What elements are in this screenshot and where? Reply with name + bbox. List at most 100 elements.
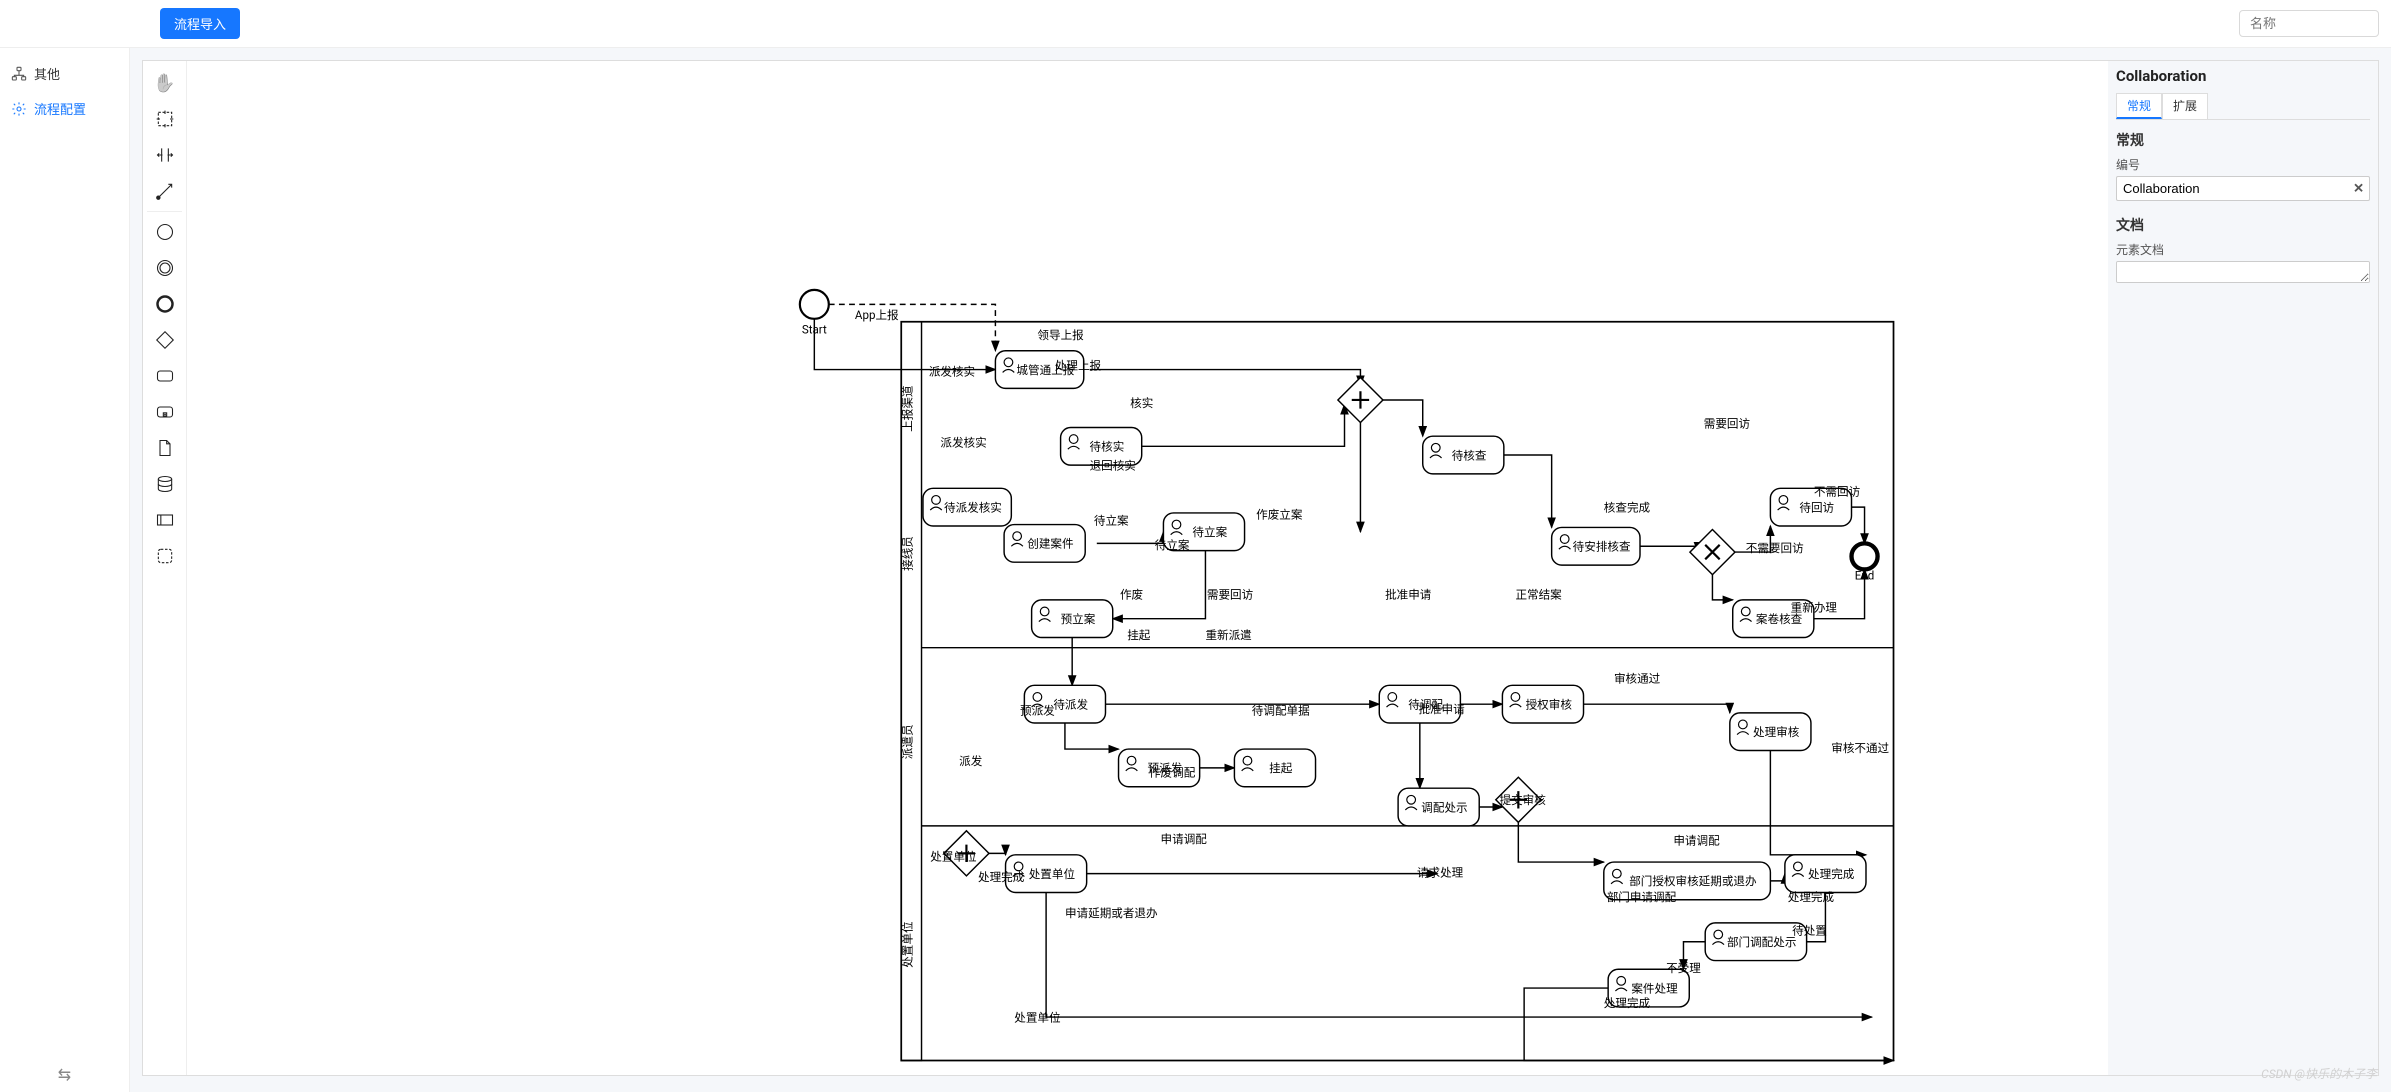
svg-text:退回核实: 退回核实 [1090, 458, 1136, 472]
svg-text:待回访: 待回访 [1799, 501, 1834, 515]
svg-text:创建案件: 创建案件 [1027, 537, 1074, 551]
svg-text:派发核实: 派发核实 [929, 364, 975, 378]
svg-text:审核不通过: 审核不通过 [1831, 741, 1889, 755]
field-doc-input[interactable] [2116, 261, 2370, 283]
start-event-tool[interactable] [147, 214, 183, 250]
top-header: 流程导入 [0, 0, 2391, 48]
svg-text:预派发: 预派发 [1020, 703, 1055, 717]
sitemap-icon [11, 66, 27, 82]
group-tool[interactable] [147, 538, 183, 574]
svg-text:待安排核查: 待安排核查 [1573, 540, 1631, 554]
field-id-label: 编号 [2116, 156, 2370, 173]
svg-text:处置单位: 处置单位 [930, 850, 977, 864]
svg-text:接线员: 接线员 [900, 536, 914, 571]
sidebar-item-other[interactable]: 其他 [0, 56, 129, 91]
bpmn-canvas[interactable]: StartApp上报End城管通上报待派发核实创建案件待核实待立案预立案待核查待… [187, 61, 2108, 1075]
svg-text:待派发核实: 待派发核实 [944, 501, 1002, 515]
svg-text:待核实: 待核实 [1090, 440, 1125, 454]
svg-text:重新办理: 重新办理 [1791, 600, 1838, 614]
svg-text:处理完成: 处理完成 [1808, 867, 1855, 881]
panel-title: Collaboration [2116, 67, 2370, 85]
svg-text:不受理: 不受理 [1666, 961, 1701, 975]
tab-general[interactable]: 常规 [2116, 93, 2162, 119]
svg-text:需要回访: 需要回访 [1704, 416, 1751, 430]
field-id-input[interactable] [2116, 176, 2370, 201]
svg-text:不需回访: 不需回访 [1814, 485, 1861, 499]
svg-text:不需要回访: 不需要回访 [1746, 541, 1804, 555]
left-sidebar: 其他 流程配置 ⇆ [0, 48, 130, 1092]
svg-text:App上报: App上报 [855, 308, 899, 322]
canvas-frame: ✋ [142, 60, 2379, 1076]
svg-text:上报渠道: 上报渠道 [900, 385, 914, 432]
svg-text:处理完成: 处理完成 [978, 870, 1025, 884]
svg-text:重新派遣: 重新派遣 [1205, 628, 1252, 642]
svg-text:部门调配处示: 部门调配处示 [1727, 935, 1796, 949]
gateway-tool[interactable] [147, 322, 183, 358]
svg-text:待立案: 待立案 [1192, 525, 1227, 539]
svg-text:派发: 派发 [959, 754, 983, 768]
svg-text:处理完成: 处理完成 [1788, 890, 1835, 904]
svg-text:待调配单据: 待调配单据 [1252, 703, 1310, 717]
svg-text:作废: 作废 [1120, 587, 1143, 601]
data-object-tool[interactable] [147, 430, 183, 466]
svg-text:派遣员: 派遣员 [900, 724, 914, 759]
end-event-tool[interactable] [147, 286, 183, 322]
svg-text:正常结案: 正常结案 [1515, 587, 1562, 601]
svg-text:需要回访: 需要回访 [1207, 587, 1254, 601]
svg-text:核实: 核实 [1130, 396, 1153, 410]
svg-text:待派发: 待派发 [1053, 698, 1088, 712]
lasso-tool[interactable] [147, 101, 183, 137]
svg-text:审核通过: 审核通过 [1614, 671, 1661, 685]
participant-tool[interactable] [147, 502, 183, 538]
svg-text:挂起: 挂起 [1127, 628, 1151, 642]
subprocess-tool[interactable] [147, 394, 183, 430]
svg-text:申请调配: 申请调配 [1161, 832, 1208, 846]
intermediate-event-tool[interactable] [147, 250, 183, 286]
sidebar-item-label: 其他 [34, 64, 60, 83]
svg-text:提交审核: 提交审核 [1500, 793, 1547, 807]
space-tool[interactable] [147, 137, 183, 173]
main-area: ✋ [130, 48, 2391, 1092]
svg-text:待处置: 待处置 [1792, 923, 1827, 937]
panel-tabs: 常规 扩展 [2116, 93, 2370, 120]
svg-text:处理完成: 处理完成 [1604, 996, 1651, 1010]
hand-tool[interactable]: ✋ [147, 65, 183, 101]
svg-text:申请调配: 申请调配 [1673, 834, 1720, 848]
svg-text:处置单位: 处置单位 [900, 921, 914, 968]
task-tool[interactable] [147, 358, 183, 394]
svg-text:派发核实: 派发核实 [940, 435, 986, 449]
section-doc-title: 文档 [2116, 215, 2370, 235]
sidebar-collapse-handle[interactable]: ⇆ [0, 1057, 129, 1092]
clear-id-button[interactable]: ✕ [2353, 181, 2364, 196]
svg-text:待立案: 待立案 [1155, 538, 1190, 552]
svg-text:批准申请: 批准申请 [1418, 702, 1465, 716]
tool-palette: ✋ [143, 61, 187, 1075]
search-input[interactable] [2239, 10, 2379, 37]
svg-text:领导上报: 领导上报 [1037, 328, 1084, 342]
svg-text:调配处示: 调配处示 [1421, 800, 1467, 814]
svg-text:核查完成: 核查完成 [1604, 501, 1651, 515]
sidebar-item-process-config[interactable]: 流程配置 [0, 91, 129, 126]
data-store-tool[interactable] [147, 466, 183, 502]
connect-tool[interactable] [147, 173, 183, 209]
tab-extension[interactable]: 扩展 [2162, 93, 2208, 119]
svg-text:部门授权审核延期或退办: 部门授权审核延期或退办 [1629, 874, 1757, 888]
svg-text:申请延期或者退办: 申请延期或者退办 [1065, 906, 1158, 920]
svg-text:部门申请调配: 部门申请调配 [1607, 890, 1677, 904]
svg-text:处置单位: 处置单位 [1029, 867, 1076, 881]
svg-text:处理上报: 处理上报 [1055, 359, 1102, 373]
properties-panel: Collaboration 常规 扩展 常规 编号 ✕ 文档 元素文档 [2108, 61, 2378, 1075]
gear-icon [11, 101, 27, 117]
svg-text:预立案: 预立案 [1061, 612, 1096, 626]
svg-text:Start: Start [802, 322, 827, 336]
svg-text:End: End [1855, 569, 1875, 583]
field-doc-label: 元素文档 [2116, 241, 2370, 258]
import-process-button[interactable]: 流程导入 [160, 8, 240, 39]
svg-text:作废调配: 作废调配 [1149, 766, 1196, 780]
svg-text:授权审核: 授权审核 [1526, 698, 1573, 712]
svg-text:批准申请: 批准申请 [1385, 587, 1432, 601]
svg-text:请求处理: 请求处理 [1417, 866, 1464, 880]
svg-text:待核查: 待核查 [1452, 448, 1487, 462]
section-general-title: 常规 [2116, 130, 2370, 150]
svg-text:处理审核: 处理审核 [1753, 725, 1800, 739]
